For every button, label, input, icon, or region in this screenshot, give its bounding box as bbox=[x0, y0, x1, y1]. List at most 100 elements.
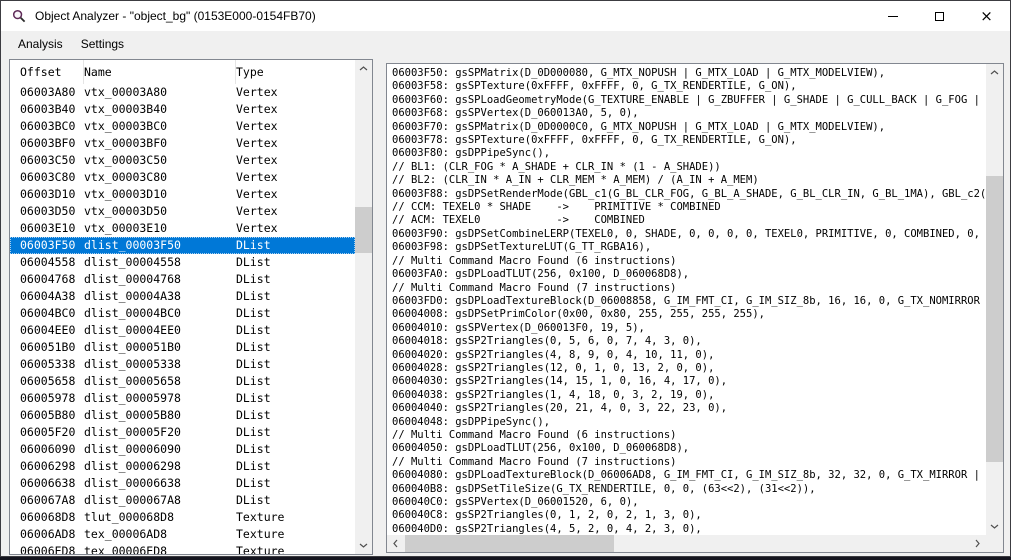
row-offset: 06006298 bbox=[20, 458, 84, 475]
menu-settings[interactable]: Settings bbox=[72, 33, 133, 55]
maximize-button[interactable] bbox=[916, 1, 963, 31]
table-row[interactable]: 06006ED8 tex_00006ED8 Texture bbox=[10, 543, 355, 554]
table-row[interactable]: 06003D10 vtx_00003D10 Vertex bbox=[10, 186, 355, 203]
row-offset: 06006AD8 bbox=[20, 526, 84, 543]
table-row[interactable]: 060051B0 dlist_000051B0 DList bbox=[10, 339, 355, 356]
row-offset: 06004768 bbox=[20, 271, 84, 288]
column-header-offset[interactable]: Offset bbox=[20, 60, 84, 84]
code-line: // Multi Command Macro Found (6 instruct… bbox=[392, 429, 986, 442]
table-row[interactable]: 06005F20 dlist_00005F20 DList bbox=[10, 424, 355, 441]
minimize-button[interactable] bbox=[869, 1, 916, 31]
disasm-hscrollbar-thumb[interactable] bbox=[405, 535, 614, 552]
row-offset: 06004BC0 bbox=[20, 305, 84, 322]
table-row[interactable]: 06003E10 vtx_00003E10 Vertex bbox=[10, 220, 355, 237]
disasm-vertical-scrollbar[interactable] bbox=[986, 64, 1003, 535]
row-offset: 06003B40 bbox=[20, 101, 84, 118]
disasm-scrollbar-thumb[interactable] bbox=[986, 176, 1003, 462]
row-type: Vertex bbox=[236, 169, 355, 186]
row-name: dlist_000051B0 bbox=[84, 339, 236, 356]
code-line: 06004018: gsSP2Triangles(0, 5, 6, 0, 7, … bbox=[392, 335, 986, 348]
row-offset: 06005B80 bbox=[20, 407, 84, 424]
column-header-type[interactable]: Type bbox=[236, 60, 355, 84]
row-type: Vertex bbox=[236, 135, 355, 152]
row-name: dlist_00006090 bbox=[84, 441, 236, 458]
row-offset: 06003E10 bbox=[20, 220, 84, 237]
code-line: 06004038: gsSP2Triangles(1, 4, 18, 0, 3,… bbox=[392, 389, 986, 402]
list-vertical-scrollbar[interactable] bbox=[355, 60, 372, 554]
row-name: dlist_00006298 bbox=[84, 458, 236, 475]
row-offset: 06006090 bbox=[20, 441, 84, 458]
table-row[interactable]: 06004BC0 dlist_00004BC0 DList bbox=[10, 305, 355, 322]
table-row[interactable]: 06003C80 vtx_00003C80 Vertex bbox=[10, 169, 355, 186]
code-line: 06004010: gsSPVertex(D_060013F0, 19, 5), bbox=[392, 322, 986, 335]
scroll-right-button[interactable] bbox=[969, 535, 986, 552]
table-row[interactable]: 06003BC0 vtx_00003BC0 Vertex bbox=[10, 118, 355, 135]
table-row[interactable]: 06004768 dlist_00004768 DList bbox=[10, 271, 355, 288]
table-row[interactable]: 060067A8 dlist_000067A8 DList bbox=[10, 492, 355, 509]
scroll-left-button[interactable] bbox=[387, 535, 404, 552]
chevron-left-icon bbox=[393, 539, 398, 548]
row-name: dlist_00005B80 bbox=[84, 407, 236, 424]
row-type: DList bbox=[236, 305, 355, 322]
table-row[interactable]: 06003F50 dlist_00003F50 DList bbox=[10, 237, 355, 254]
table-row[interactable]: 06003D50 vtx_00003D50 Vertex bbox=[10, 203, 355, 220]
row-type: Vertex bbox=[236, 186, 355, 203]
scroll-up-button[interactable] bbox=[986, 64, 1003, 81]
code-line: 06003FA0: gsDPLoadTLUT(256, 0x100, D_060… bbox=[392, 268, 986, 281]
row-type: Vertex bbox=[236, 203, 355, 220]
column-header-name[interactable]: Name bbox=[84, 60, 236, 84]
scroll-up-button[interactable] bbox=[355, 60, 372, 77]
table-row[interactable]: 06003C50 vtx_00003C50 Vertex bbox=[10, 152, 355, 169]
table-row[interactable]: 06006298 dlist_00006298 DList bbox=[10, 458, 355, 475]
table-row[interactable]: 06004A38 dlist_00004A38 DList bbox=[10, 288, 355, 305]
table-row[interactable]: 06004558 dlist_00004558 DList bbox=[10, 254, 355, 271]
table-row[interactable]: 06003B40 vtx_00003B40 Vertex bbox=[10, 101, 355, 118]
object-list-panel: Offset Name Type 06003A80 vtx_00003A80 V… bbox=[9, 59, 373, 555]
row-type: Vertex bbox=[236, 118, 355, 135]
row-type: DList bbox=[236, 424, 355, 441]
menu-analysis[interactable]: Analysis bbox=[9, 33, 72, 55]
table-row[interactable]: 06005B80 dlist_00005B80 DList bbox=[10, 407, 355, 424]
code-line: 060040C8: gsSP2Triangles(0, 1, 2, 0, 2, … bbox=[392, 509, 986, 522]
row-type: DList bbox=[236, 390, 355, 407]
titlebar[interactable]: Object Analyzer - "object_bg" (0153E000-… bbox=[1, 1, 1010, 31]
table-row[interactable]: 06005338 dlist_00005338 DList bbox=[10, 356, 355, 373]
row-name: tex_00006ED8 bbox=[84, 543, 236, 554]
code-line: 06004050: gsDPLoadTLUT(256, 0x100, D_060… bbox=[392, 442, 986, 455]
list-scrollbar-thumb[interactable] bbox=[355, 207, 372, 253]
row-type: DList bbox=[236, 288, 355, 305]
row-name: vtx_00003E10 bbox=[84, 220, 236, 237]
row-type: DList bbox=[236, 339, 355, 356]
disasm-horizontal-scrollbar[interactable] bbox=[387, 535, 986, 552]
chevron-down-icon bbox=[359, 543, 368, 548]
object-list-rows: 06003A80 vtx_00003A80 Vertex 06003B40 vt… bbox=[10, 84, 355, 554]
table-row[interactable]: 06006638 dlist_00006638 DList bbox=[10, 475, 355, 492]
scroll-down-button[interactable] bbox=[986, 518, 1003, 535]
code-line: // ACM: TEXEL0 -> COMBINED bbox=[392, 214, 986, 227]
table-row[interactable]: 060068D8 tlut_000068D8 Texture bbox=[10, 509, 355, 526]
disassembly-text[interactable]: 06003F50: gsSPMatrix(D_0D000080, G_MTX_N… bbox=[387, 64, 986, 535]
row-type: DList bbox=[236, 254, 355, 271]
table-row[interactable]: 06006AD8 tex_00006AD8 Texture bbox=[10, 526, 355, 543]
chevron-down-icon bbox=[990, 524, 999, 529]
row-name: vtx_00003D50 bbox=[84, 203, 236, 220]
table-row[interactable]: 06005658 dlist_00005658 DList bbox=[10, 373, 355, 390]
row-type: DList bbox=[236, 356, 355, 373]
table-row[interactable]: 06003A80 vtx_00003A80 Vertex bbox=[10, 84, 355, 101]
code-line: // Multi Command Macro Found (6 instruct… bbox=[392, 255, 986, 268]
row-name: dlist_00004EE0 bbox=[84, 322, 236, 339]
table-row[interactable]: 06005978 dlist_00005978 DList bbox=[10, 390, 355, 407]
table-row[interactable]: 06006090 dlist_00006090 DList bbox=[10, 441, 355, 458]
chevron-up-icon bbox=[359, 66, 368, 71]
table-row[interactable]: 06004EE0 dlist_00004EE0 DList bbox=[10, 322, 355, 339]
row-type: Vertex bbox=[236, 101, 355, 118]
scroll-down-button[interactable] bbox=[355, 537, 372, 554]
table-row[interactable]: 06003BF0 vtx_00003BF0 Vertex bbox=[10, 135, 355, 152]
menubar: Analysis Settings bbox=[1, 31, 1010, 57]
close-button[interactable]: × bbox=[963, 1, 1010, 31]
row-type: DList bbox=[236, 458, 355, 475]
code-line: 06004040: gsSP2Triangles(20, 21, 4, 0, 3… bbox=[392, 402, 986, 415]
row-offset: 06005658 bbox=[20, 373, 84, 390]
row-type: Texture bbox=[236, 509, 355, 526]
row-name: dlist_00005338 bbox=[84, 356, 236, 373]
